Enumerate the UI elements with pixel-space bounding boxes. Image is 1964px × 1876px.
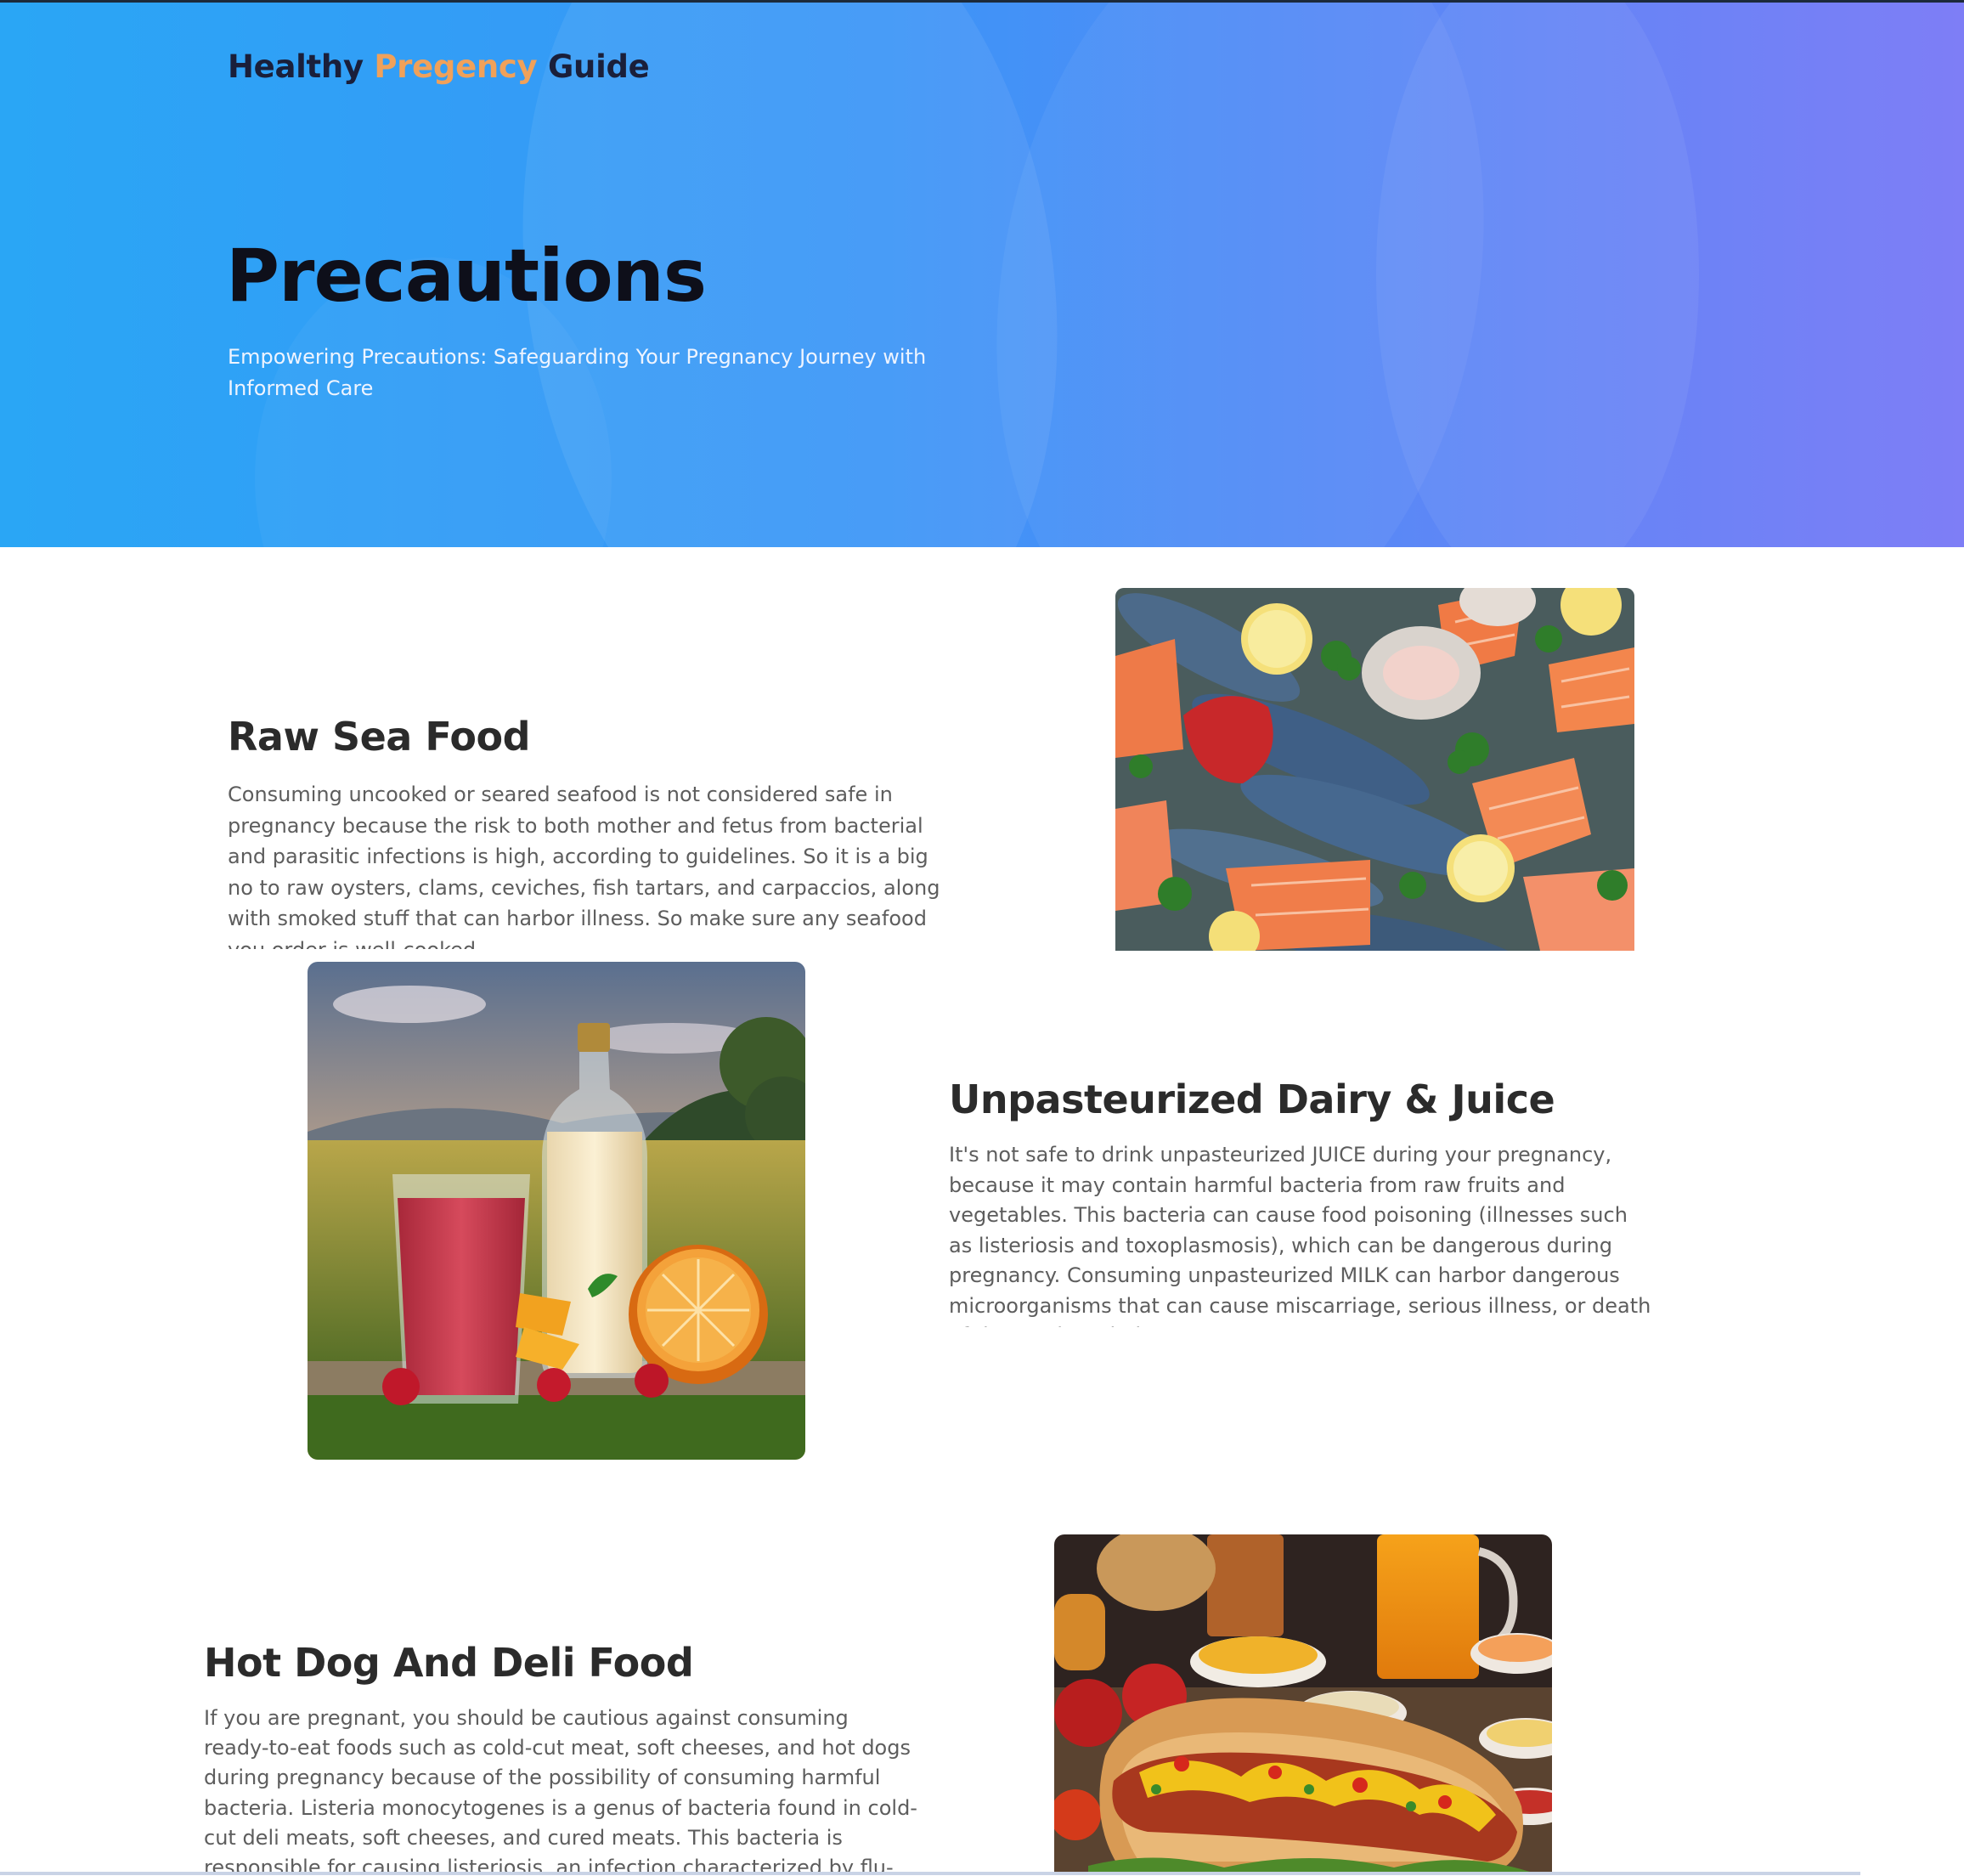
dairy-juice-illustration — [308, 962, 805, 1460]
section-text-raw-sea-food: Consuming uncooked or seared seafood is … — [228, 783, 940, 949]
raw-seafood-illustration — [1115, 588, 1634, 951]
logo-text-guide: Guide — [537, 48, 650, 85]
bottom-border — [0, 1872, 1860, 1875]
logo-text-healthy: Healthy — [228, 48, 375, 85]
page-title: Precautions — [226, 234, 707, 319]
section-title-raw-sea-food: Raw Sea Food — [228, 714, 531, 760]
section-title-hot-dog-deli: Hot Dog And Deli Food — [204, 1640, 694, 1686]
dairy-juice-image — [308, 962, 805, 1460]
section-text-dairy-juice: It's not safe to drink unpasteurized JUI… — [949, 1143, 1651, 1327]
section-text-hot-dog-deli: If you are pregnant, you should be cauti… — [204, 1706, 917, 1872]
raw-seafood-image — [1115, 588, 1634, 951]
logo-text-pregency: Pregency — [374, 48, 538, 85]
hero-background-shape — [1376, 3, 1699, 547]
hot-dog-deli-image — [1054, 1534, 1552, 1872]
section-title-dairy-juice: Unpasteurized Dairy & Juice — [949, 1076, 1555, 1122]
hero-banner: Healthy Pregency Guide Precautions Empow… — [0, 3, 1964, 547]
hot-dog-deli-illustration — [1054, 1534, 1552, 1872]
site-logo[interactable]: Healthy Pregency Guide — [228, 48, 650, 85]
page-subtitle: Empowering Precautions: Safeguarding You… — [228, 345, 927, 400]
